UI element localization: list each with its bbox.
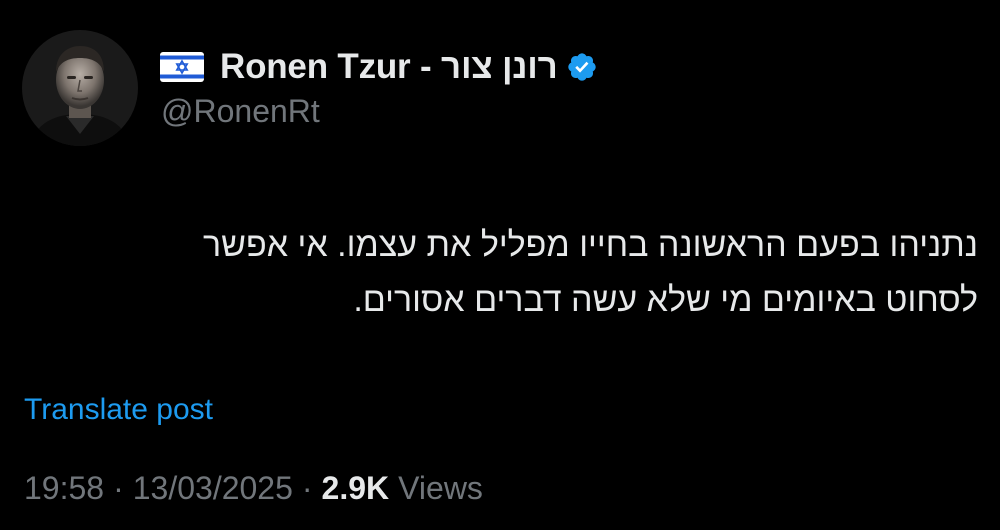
meta-separator: · [113, 470, 124, 506]
author-handle[interactable]: @RonenRt [161, 93, 320, 130]
tweet-meta: 19:58 · 13/03/2025 · 2.9K Views [24, 470, 483, 507]
tweet-line: נתניהו בפעם הראשונה בחייו מפליל את עצמו.… [203, 226, 978, 264]
views-count[interactable]: 2.9K [322, 470, 390, 507]
avatar-image [22, 30, 138, 146]
tweet-time[interactable]: 19:58 [24, 470, 104, 507]
tweet-text: נתניהו בפעם הראשונה בחייו מפליל את עצמו.… [38, 218, 978, 328]
verified-badge-icon[interactable] [566, 51, 598, 83]
tweet-date[interactable]: 13/03/2025 [133, 470, 293, 507]
author-name-row: Ronen Tzur - רונן צור [160, 42, 598, 92]
views-label[interactable]: Views [398, 470, 483, 507]
meta-separator: · [301, 470, 313, 506]
author-display-name[interactable]: Ronen Tzur - רונן צור [220, 47, 558, 87]
translate-post-link[interactable]: Translate post [24, 393, 213, 427]
tweet-line: לסחוט באיומים מי שלא עשה דברים אסורים. [353, 281, 978, 319]
israel-flag-icon [160, 52, 204, 82]
avatar[interactable] [22, 30, 138, 146]
